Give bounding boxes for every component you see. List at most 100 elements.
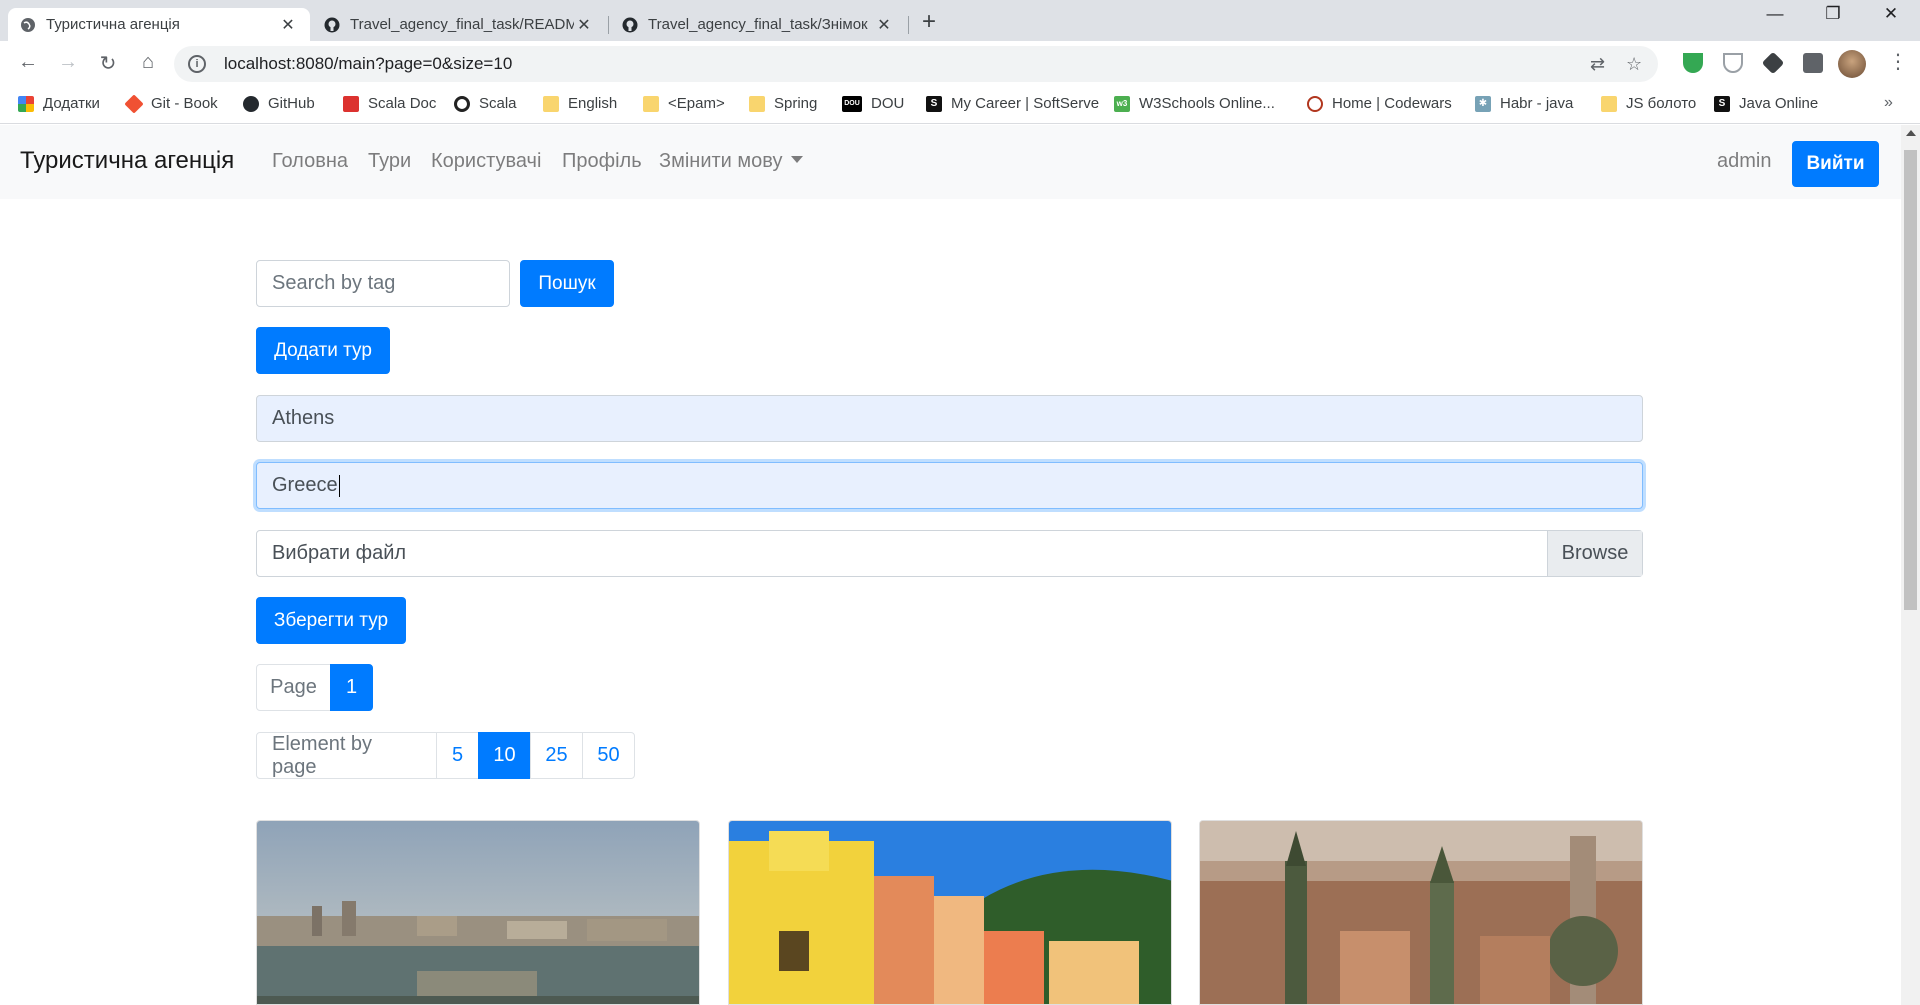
bookmark-scala[interactable]: Scala	[454, 95, 517, 112]
page-scrollbar[interactable]	[1901, 125, 1920, 1005]
softserve-icon: S	[926, 95, 942, 112]
more-menu-icon[interactable]: ⋮	[1888, 49, 1908, 74]
current-username: admin	[1717, 150, 1772, 172]
close-icon[interactable]: ✕	[574, 15, 594, 35]
scroll-up-arrow-icon[interactable]	[1906, 130, 1916, 136]
tour-city-input[interactable]: Athens	[256, 395, 1643, 442]
globe-icon	[21, 17, 35, 32]
scala-icon	[343, 95, 359, 112]
browse-button[interactable]: Browse	[1547, 531, 1642, 576]
bookmark-github[interactable]: GitHub	[243, 95, 315, 112]
dou-icon: DOU	[842, 95, 862, 112]
old-town-photo	[1200, 821, 1642, 1004]
browser-tab-active[interactable]: Туристична агенція ✕	[8, 8, 310, 41]
colorful-buildings-photo	[729, 821, 1171, 1004]
bookmark-java-online[interactable]: S Java Online	[1714, 95, 1818, 112]
folder-icon	[643, 95, 659, 112]
bookmark-codewars[interactable]: Home | Codewars	[1307, 95, 1452, 112]
tour-card-image-lviv[interactable]	[1199, 820, 1643, 1005]
bookmark-label: DOU	[871, 95, 905, 112]
tour-country-input[interactable]: Greece	[256, 462, 1643, 509]
profile-avatar[interactable]	[1838, 50, 1866, 78]
close-icon[interactable]: ✕	[278, 15, 298, 35]
shield-outline-extension-icon[interactable]	[1723, 53, 1743, 73]
page-size-option-50[interactable]: 50	[582, 732, 635, 779]
bookmark-folder-js[interactable]: JS болото	[1601, 95, 1696, 112]
site-navbar: Туристична агенція Головна Тури Користув…	[0, 125, 1901, 199]
more-bookmarks-icon[interactable]: »	[1884, 94, 1893, 112]
bookmark-w3schools[interactable]: w3 W3Schools Online...	[1114, 95, 1275, 112]
nav-link-home[interactable]: Головна	[272, 150, 348, 173]
tab-title: Travel_agency_final_task/READM	[350, 16, 574, 33]
scala-circle-icon	[454, 95, 470, 112]
codewars-icon	[1307, 95, 1323, 112]
java-online-icon: S	[1714, 95, 1730, 112]
add-tour-button[interactable]: Додати тур	[256, 327, 390, 374]
tour-city-value: Athens	[272, 407, 335, 429]
bookmark-git-book[interactable]: Git - Book	[124, 93, 218, 114]
bookmark-folder-spring[interactable]: Spring	[749, 95, 817, 112]
address-bar[interactable]: i localhost:8080/main?page=0&size=10 ⇄ ☆	[174, 46, 1658, 82]
bookmark-star-icon[interactable]: ☆	[1626, 54, 1642, 75]
cube-extension-icon[interactable]	[1761, 51, 1785, 75]
site-info-icon[interactable]: i	[188, 55, 206, 73]
bookmark-label: Git - Book	[151, 95, 218, 112]
save-tour-button[interactable]: Зберегти тур	[256, 597, 406, 644]
logout-button[interactable]: Вийти	[1792, 141, 1879, 187]
bookmark-label: Додатки	[43, 95, 100, 112]
tour-card-image-nice[interactable]	[728, 820, 1172, 1005]
nav-link-users[interactable]: Користувачі	[431, 150, 541, 173]
page-size-option-10[interactable]: 10	[478, 732, 531, 779]
browser-tab-screenshot[interactable]: Travel_agency_final_task/Знімок ✕	[610, 8, 906, 41]
forward-arrow-icon[interactable]: →	[54, 51, 82, 74]
site-brand[interactable]: Туристична агенція	[20, 147, 234, 175]
github-icon	[324, 17, 340, 32]
language-dropdown[interactable]: Змінити мову	[659, 150, 804, 173]
restore-icon[interactable]: ❐	[1810, 4, 1856, 24]
browser-tabstrip: Туристична агенція ✕ Travel_agency_final…	[0, 0, 1920, 41]
home-icon[interactable]: ⌂	[134, 51, 162, 74]
new-tab-plus-icon[interactable]: +	[922, 8, 936, 36]
github-icon	[243, 95, 259, 112]
shield-extension-icon[interactable]	[1683, 53, 1703, 73]
file-input-label: Вибрати файл	[272, 542, 407, 564]
tab-title: Туристична агенція	[46, 16, 180, 33]
bookmark-scala-doc[interactable]: Scala Doc	[343, 95, 436, 112]
page-size-option-25[interactable]: 25	[530, 732, 583, 779]
bookmark-apps[interactable]: Додатки	[18, 95, 100, 112]
language-dropdown-label: Змінити мову	[659, 150, 783, 172]
bookmark-softserve[interactable]: S My Career | SoftServe	[926, 95, 1099, 112]
url-text: localhost:8080/main?page=0&size=10	[224, 54, 513, 73]
folder-icon	[543, 95, 559, 112]
minimize-icon[interactable]: —	[1752, 4, 1798, 24]
page-link-1[interactable]: 1	[330, 664, 373, 711]
bookmark-folder-epam[interactable]: <Epam>	[643, 95, 725, 112]
bookmark-habr[interactable]: ✱ Habr - java	[1475, 95, 1573, 112]
nav-link-profile[interactable]: Профіль	[562, 150, 642, 173]
page-size-selector: Element by page 5 10 25 50	[256, 732, 635, 779]
bookmark-label: Home | Codewars	[1332, 95, 1452, 112]
page-size-option-5[interactable]: 5	[436, 732, 479, 779]
window-close-icon[interactable]: ✕	[1868, 4, 1914, 24]
search-button[interactable]: Пошук	[520, 260, 614, 307]
tab-separator	[608, 16, 609, 34]
page-size-label: Element by page	[256, 732, 437, 779]
bookmark-dou[interactable]: DOU DOU	[842, 95, 904, 112]
habr-icon: ✱	[1475, 95, 1491, 112]
bookmark-folder-english[interactable]: English	[543, 95, 617, 112]
bookmark-label: Habr - java	[1500, 95, 1574, 112]
bookmark-label: Scala Doc	[368, 95, 437, 112]
browser-tab-readme[interactable]: Travel_agency_final_task/READM ✕	[312, 8, 606, 41]
tour-card-image-cairo[interactable]	[256, 820, 700, 1005]
bookmarks-bar: Додатки Git - Book GitHub Scala Doc Scal…	[0, 87, 1920, 124]
puzzle-extensions-icon[interactable]	[1803, 53, 1823, 73]
nav-link-tours[interactable]: Тури	[368, 150, 411, 173]
translate-icon[interactable]: ⇄	[1590, 54, 1605, 75]
reload-icon[interactable]: ↻	[94, 51, 122, 76]
back-arrow-icon[interactable]: ←	[14, 51, 42, 74]
tag-search-input[interactable]: Search by tag	[256, 260, 510, 307]
bookmark-label: Scala	[479, 95, 517, 112]
close-icon[interactable]: ✕	[874, 15, 894, 35]
tour-image-file-input[interactable]: Вибрати файл Browse	[256, 530, 1643, 577]
scrollbar-thumb[interactable]	[1904, 150, 1917, 610]
